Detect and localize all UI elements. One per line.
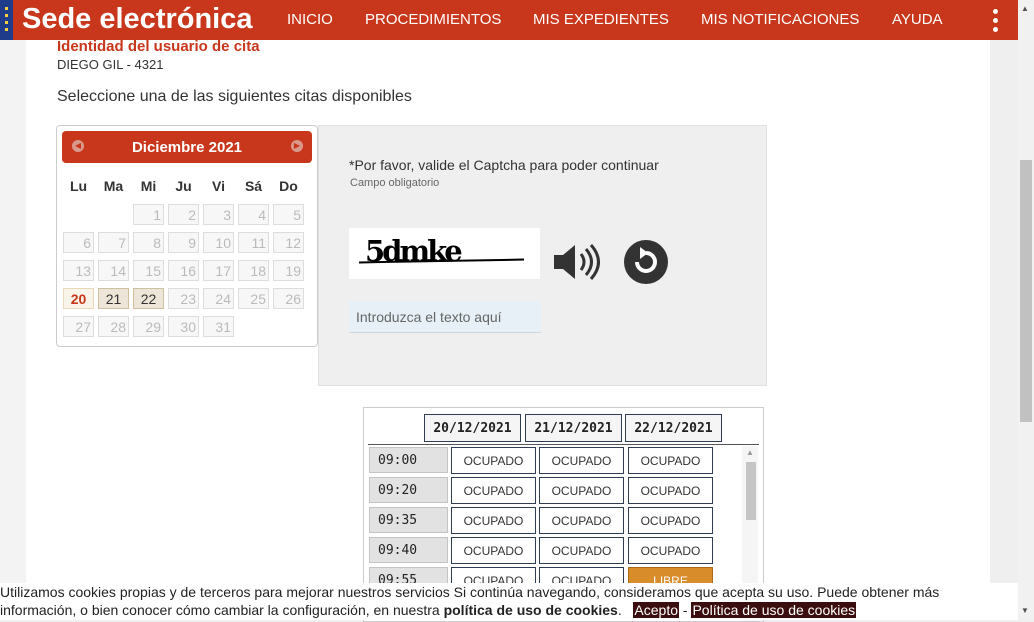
cookie-policy-button[interactable]: Política de uso de cookies — [691, 602, 857, 618]
calendar-day-26: 26 — [273, 288, 304, 309]
calendar-day-19: 19 — [273, 260, 304, 281]
slot-occupied-cell: OCUPADO — [628, 477, 713, 504]
top-navigation-bar: Sede electrónica INICIO PROCEDIMIENTOS M… — [0, 0, 1018, 40]
slot-occupied-cell: OCUPADO — [628, 447, 713, 474]
calendar-day-27: 27 — [63, 316, 94, 337]
slot-time: 09:40 — [369, 537, 448, 563]
refresh-icon[interactable] — [622, 238, 670, 286]
calendar-day-8: 8 — [133, 232, 164, 253]
calendar-day-1: 1 — [133, 204, 164, 225]
slot-date-header: 21/12/2021 — [525, 414, 622, 442]
calendar-day-9: 9 — [168, 232, 199, 253]
calendar-day-7: 7 — [98, 232, 129, 253]
calendar-day-3: 3 — [203, 204, 234, 225]
calendar-day-17: 17 — [203, 260, 234, 281]
cookie-separator: - — [682, 602, 688, 618]
calendar-day-30: 30 — [168, 316, 199, 337]
calendar-day-28: 28 — [98, 316, 129, 337]
captcha-input[interactable] — [349, 301, 541, 333]
calendar-day-11: 11 — [238, 232, 269, 253]
captcha-message: *Por favor, valide el Captcha para poder… — [349, 157, 659, 173]
calendar-day-14: 14 — [98, 260, 129, 281]
calendar-day-10: 10 — [203, 232, 234, 253]
calendar-day-21[interactable]: 21 — [98, 288, 129, 309]
captcha-image: 5dmke — [349, 228, 540, 279]
slots-scroll-thumb[interactable] — [746, 462, 756, 520]
nav-ayuda[interactable]: AYUDA — [892, 11, 943, 28]
nav-inicio[interactable]: INICIO — [287, 11, 333, 28]
weekday-label: Vi — [212, 178, 225, 194]
slot-occupied-cell: OCUPADO — [451, 477, 536, 504]
slots-scroll-up-icon[interactable]: ▲ — [746, 448, 754, 457]
cookie-policy-link[interactable]: política de uso de cookies — [444, 602, 618, 618]
slot-time: 09:20 — [369, 477, 448, 503]
weekday-label: Sá — [244, 178, 263, 194]
date-picker-calendar: ◀ Diciembre 2021 ▶ Lu Ma Mi Ju Vi Sá Do 1 2 3 4 5 6 7… — [56, 125, 318, 347]
slot-occupied-cell: OCUPADO — [628, 537, 713, 564]
slot-date-header: 22/12/2021 — [625, 414, 722, 442]
next-month-icon[interactable]: ▶ — [291, 140, 303, 152]
slot-occupied-cell: OCUPADO — [451, 507, 536, 534]
identity-name: DIEGO GIL - 4321 — [57, 57, 164, 72]
slot-time: 09:35 — [369, 507, 448, 533]
slot-occupied-cell: OCUPADO — [539, 507, 624, 534]
scroll-down-icon[interactable]: ▼ — [1021, 606, 1029, 615]
scroll-up-icon[interactable]: ▲ — [1021, 4, 1029, 13]
calendar-month-label: Diciembre 2021 — [131, 139, 243, 156]
nav-procedimientos[interactable]: PROCEDIMIENTOS — [365, 11, 501, 28]
calendar-day-24: 24 — [203, 288, 234, 309]
calendar-day-16: 16 — [168, 260, 199, 281]
identity-title: Identidad del usuario de cita — [57, 38, 260, 55]
slot-time: 09:00 — [369, 447, 448, 473]
nav-mis-notificaciones[interactable]: MIS NOTIFICACIONES — [701, 11, 859, 28]
slot-occupied-cell: OCUPADO — [628, 507, 713, 534]
slot-occupied-cell: OCUPADO — [539, 537, 624, 564]
calendar-day-12: 12 — [273, 232, 304, 253]
instruction-text: Seleccione una de las siguientes citas d… — [57, 88, 412, 105]
weekday-label: Lu — [69, 178, 88, 194]
calendar-day-22[interactable]: 22 — [133, 288, 164, 309]
slot-occupied-cell: OCUPADO — [451, 447, 536, 474]
weekday-label: Mi — [140, 178, 157, 194]
slot-occupied-cell: OCUPADO — [539, 447, 624, 474]
site-brand[interactable]: Sede electrónica — [22, 3, 253, 36]
calendar-day-6: 6 — [63, 232, 94, 253]
calendar-day-4: 4 — [238, 204, 269, 225]
weekday-label: Ju — [175, 178, 192, 194]
calendar-day-20[interactable]: 20 — [63, 288, 94, 309]
cookie-banner: Utilizamos cookies propias y de terceros… — [0, 583, 1018, 620]
slot-occupied-cell: OCUPADO — [451, 537, 536, 564]
calendar-day-2: 2 — [168, 204, 199, 225]
calendar-day-15: 15 — [133, 260, 164, 281]
eu-flag-icon — [0, 0, 13, 40]
weekday-label: Do — [279, 178, 298, 194]
calendar-day-5: 5 — [273, 204, 304, 225]
calendar-day-18: 18 — [238, 260, 269, 281]
slot-date-header: 20/12/2021 — [424, 414, 521, 442]
page-scroll-thumb[interactable] — [1020, 160, 1032, 422]
slot-occupied-cell: OCUPADO — [539, 477, 624, 504]
calendar-day-29: 29 — [133, 316, 164, 337]
calendar-day-13: 13 — [63, 260, 94, 281]
speaker-icon[interactable] — [551, 242, 601, 282]
nav-mis-expedientes[interactable]: MIS EXPEDIENTES — [533, 11, 669, 28]
calendar-day-25: 25 — [238, 288, 269, 309]
calendar-header: ◀ Diciembre 2021 ▶ — [62, 131, 312, 163]
captcha-required-note: Campo obligatorio — [350, 177, 440, 189]
left-margin — [0, 40, 26, 620]
cookie-accept-button[interactable]: Acepto — [633, 602, 680, 618]
calendar-day-23: 23 — [168, 288, 199, 309]
calendar-day-31: 31 — [203, 316, 234, 337]
weekday-label: Ma — [103, 178, 124, 194]
kebab-menu-icon[interactable] — [990, 9, 1000, 33]
